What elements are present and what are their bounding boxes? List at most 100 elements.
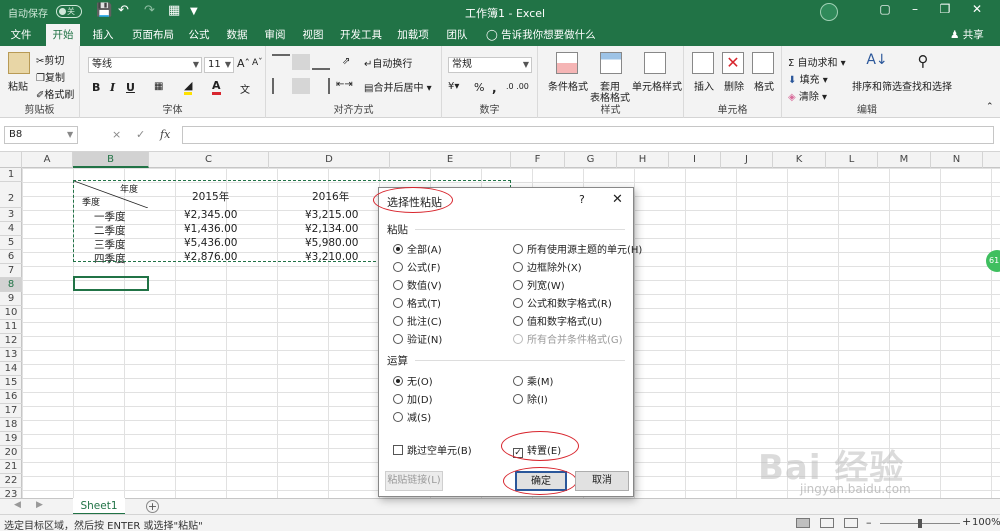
column-header[interactable]: I <box>669 152 721 168</box>
radio-paste-values[interactable]: 数值(V) <box>393 277 442 292</box>
prev-sheet-icon[interactable]: ◀ <box>14 500 21 510</box>
tab-formulas[interactable]: 公式 <box>182 24 216 46</box>
align-bottom-icon[interactable] <box>312 54 330 70</box>
tab-data[interactable]: 数据 <box>220 24 254 46</box>
row-header[interactable]: 20 <box>0 446 22 460</box>
column-header[interactable]: F <box>511 152 565 168</box>
italic-button[interactable]: I <box>110 81 115 94</box>
column-header[interactable]: L <box>826 152 878 168</box>
radio-paste-source-theme[interactable]: 所有使用源主题的单元(H) <box>513 241 642 256</box>
tab-team[interactable]: 团队 <box>440 24 474 46</box>
ribbon-display-icon[interactable]: ▢ <box>870 2 900 16</box>
borders-icon[interactable]: ▦ <box>154 81 163 92</box>
delete-cells-button[interactable]: 删除 <box>724 78 744 93</box>
autosave-toggle[interactable]: 关 <box>56 5 82 18</box>
insert-cells-button[interactable]: 插入 <box>694 78 714 93</box>
column-header[interactable]: N <box>931 152 983 168</box>
share-button[interactable]: ♟ 共享 <box>950 24 984 46</box>
format-cells-button[interactable]: 格式 <box>754 78 774 93</box>
align-middle-icon[interactable] <box>292 54 310 70</box>
active-cell-b8[interactable] <box>73 276 149 291</box>
collapse-ribbon-icon[interactable]: ⌃ <box>986 102 994 112</box>
row-header[interactable]: 10 <box>0 306 22 320</box>
fill-color-icon[interactable]: ◢ <box>184 79 193 95</box>
select-all-corner[interactable] <box>0 152 22 168</box>
column-header[interactable]: K <box>773 152 826 168</box>
insert-cells-icon[interactable] <box>692 52 714 74</box>
radio-op-add[interactable]: 加(D) <box>393 391 433 406</box>
row-header[interactable]: 18 <box>0 418 22 432</box>
bold-button[interactable]: B <box>92 81 100 94</box>
tell-me-box[interactable]: ◯ 告诉我你想要做什么 <box>486 24 596 46</box>
format-table-icon[interactable] <box>600 52 622 74</box>
cancel-button[interactable]: 取消 <box>575 471 629 491</box>
find-select-button[interactable]: 查找和选择 <box>902 78 952 93</box>
zoom-out-icon[interactable]: – <box>866 516 872 529</box>
close-icon[interactable]: ✕ <box>962 2 992 16</box>
row-header[interactable]: 11 <box>0 320 22 334</box>
cut-button[interactable]: ✂剪切 <box>36 52 64 67</box>
close-icon[interactable]: ✕ <box>612 192 623 207</box>
radio-paste-all[interactable]: 全部(A) <box>393 241 442 256</box>
paste-icon[interactable] <box>8 52 30 74</box>
align-center-icon[interactable] <box>292 78 310 94</box>
row-header[interactable]: 6 <box>0 250 22 264</box>
font-color-icon[interactable]: A <box>212 79 221 95</box>
formula-input[interactable] <box>182 126 994 144</box>
autosum-button[interactable]: Σ 自动求和 ▾ <box>788 54 846 69</box>
decimal-icons[interactable]: .0 .00 <box>506 82 529 91</box>
row-header[interactable]: 5 <box>0 236 22 250</box>
column-header[interactable]: D <box>269 152 390 168</box>
namebox-dropdown-icon[interactable]: ▼ <box>67 130 73 139</box>
radio-paste-formulas[interactable]: 公式(F) <box>393 259 441 274</box>
tab-view[interactable]: 视图 <box>296 24 330 46</box>
tab-review[interactable]: 审阅 <box>258 24 292 46</box>
normal-view-icon[interactable] <box>796 518 810 528</box>
wrap-text-button[interactable]: ↵自动换行 <box>364 55 412 70</box>
radio-op-multiply[interactable]: 乘(M) <box>513 373 553 388</box>
tab-page-layout[interactable]: 页面布局 <box>126 24 180 46</box>
radio-paste-values-numbers[interactable]: 值和数字格式(U) <box>513 313 602 328</box>
delete-cells-icon[interactable]: ✕ <box>722 52 744 74</box>
add-sheet-icon[interactable]: + <box>146 500 159 513</box>
radio-op-divide[interactable]: 除(I) <box>513 391 548 406</box>
sort-filter-button[interactable]: 排序和筛选 <box>852 78 902 93</box>
column-header[interactable]: A <box>22 152 73 168</box>
customize-qat-icon[interactable]: ▼ <box>190 6 198 17</box>
font-name-combo[interactable]: 等线 ▼ <box>88 57 202 73</box>
number-format-combo[interactable]: 常规 ▼ <box>448 57 532 73</box>
tab-file[interactable]: 文件 <box>4 24 38 46</box>
find-select-icon[interactable]: ⚲ <box>912 52 934 74</box>
font-size-combo[interactable]: 11 ▼ <box>204 57 234 73</box>
row-header[interactable]: 4 <box>0 222 22 236</box>
format-cells-icon[interactable] <box>752 52 774 74</box>
redo-icon[interactable]: ↷ <box>144 3 155 18</box>
radio-op-none[interactable]: 无(O) <box>393 373 433 388</box>
insert-function-icon[interactable]: fx <box>160 128 170 141</box>
tab-developer[interactable]: 开发工具 <box>336 24 386 46</box>
grow-font-icon[interactable]: Aˆ <box>237 57 250 70</box>
row-header[interactable]: 8 <box>0 278 22 292</box>
column-header[interactable]: E <box>390 152 511 168</box>
underline-button[interactable]: U <box>126 81 135 94</box>
row-header[interactable]: 7 <box>0 264 22 278</box>
copy-button[interactable]: ❐复制 <box>36 69 65 84</box>
cell-styles-icon[interactable] <box>644 52 666 74</box>
format-painter-button[interactable]: ✐格式刷 <box>36 86 74 101</box>
phonetic-icon[interactable]: 文 <box>240 81 250 96</box>
sort-filter-icon[interactable]: A↓ <box>866 52 888 74</box>
zoom-level[interactable]: 100% <box>972 517 1000 528</box>
column-header[interactable]: G <box>565 152 617 168</box>
cell-styles-button[interactable]: 单元格样式 <box>632 78 682 93</box>
radio-paste-column-widths[interactable]: 列宽(W) <box>513 277 565 292</box>
column-header[interactable]: C <box>149 152 269 168</box>
radio-paste-no-borders[interactable]: 边框除外(X) <box>513 259 582 274</box>
row-header[interactable]: 14 <box>0 362 22 376</box>
radio-paste-comments[interactable]: 批注(C) <box>393 313 442 328</box>
row-header[interactable]: 17 <box>0 404 22 418</box>
comma-button[interactable]: , <box>492 81 497 95</box>
save-icon[interactable]: 💾 <box>96 3 112 18</box>
conditional-format-button[interactable]: 条件格式 <box>548 78 588 93</box>
help-icon[interactable]: ? <box>579 193 585 206</box>
skip-blanks-checkbox[interactable]: 跳过空单元(B) <box>393 442 472 457</box>
